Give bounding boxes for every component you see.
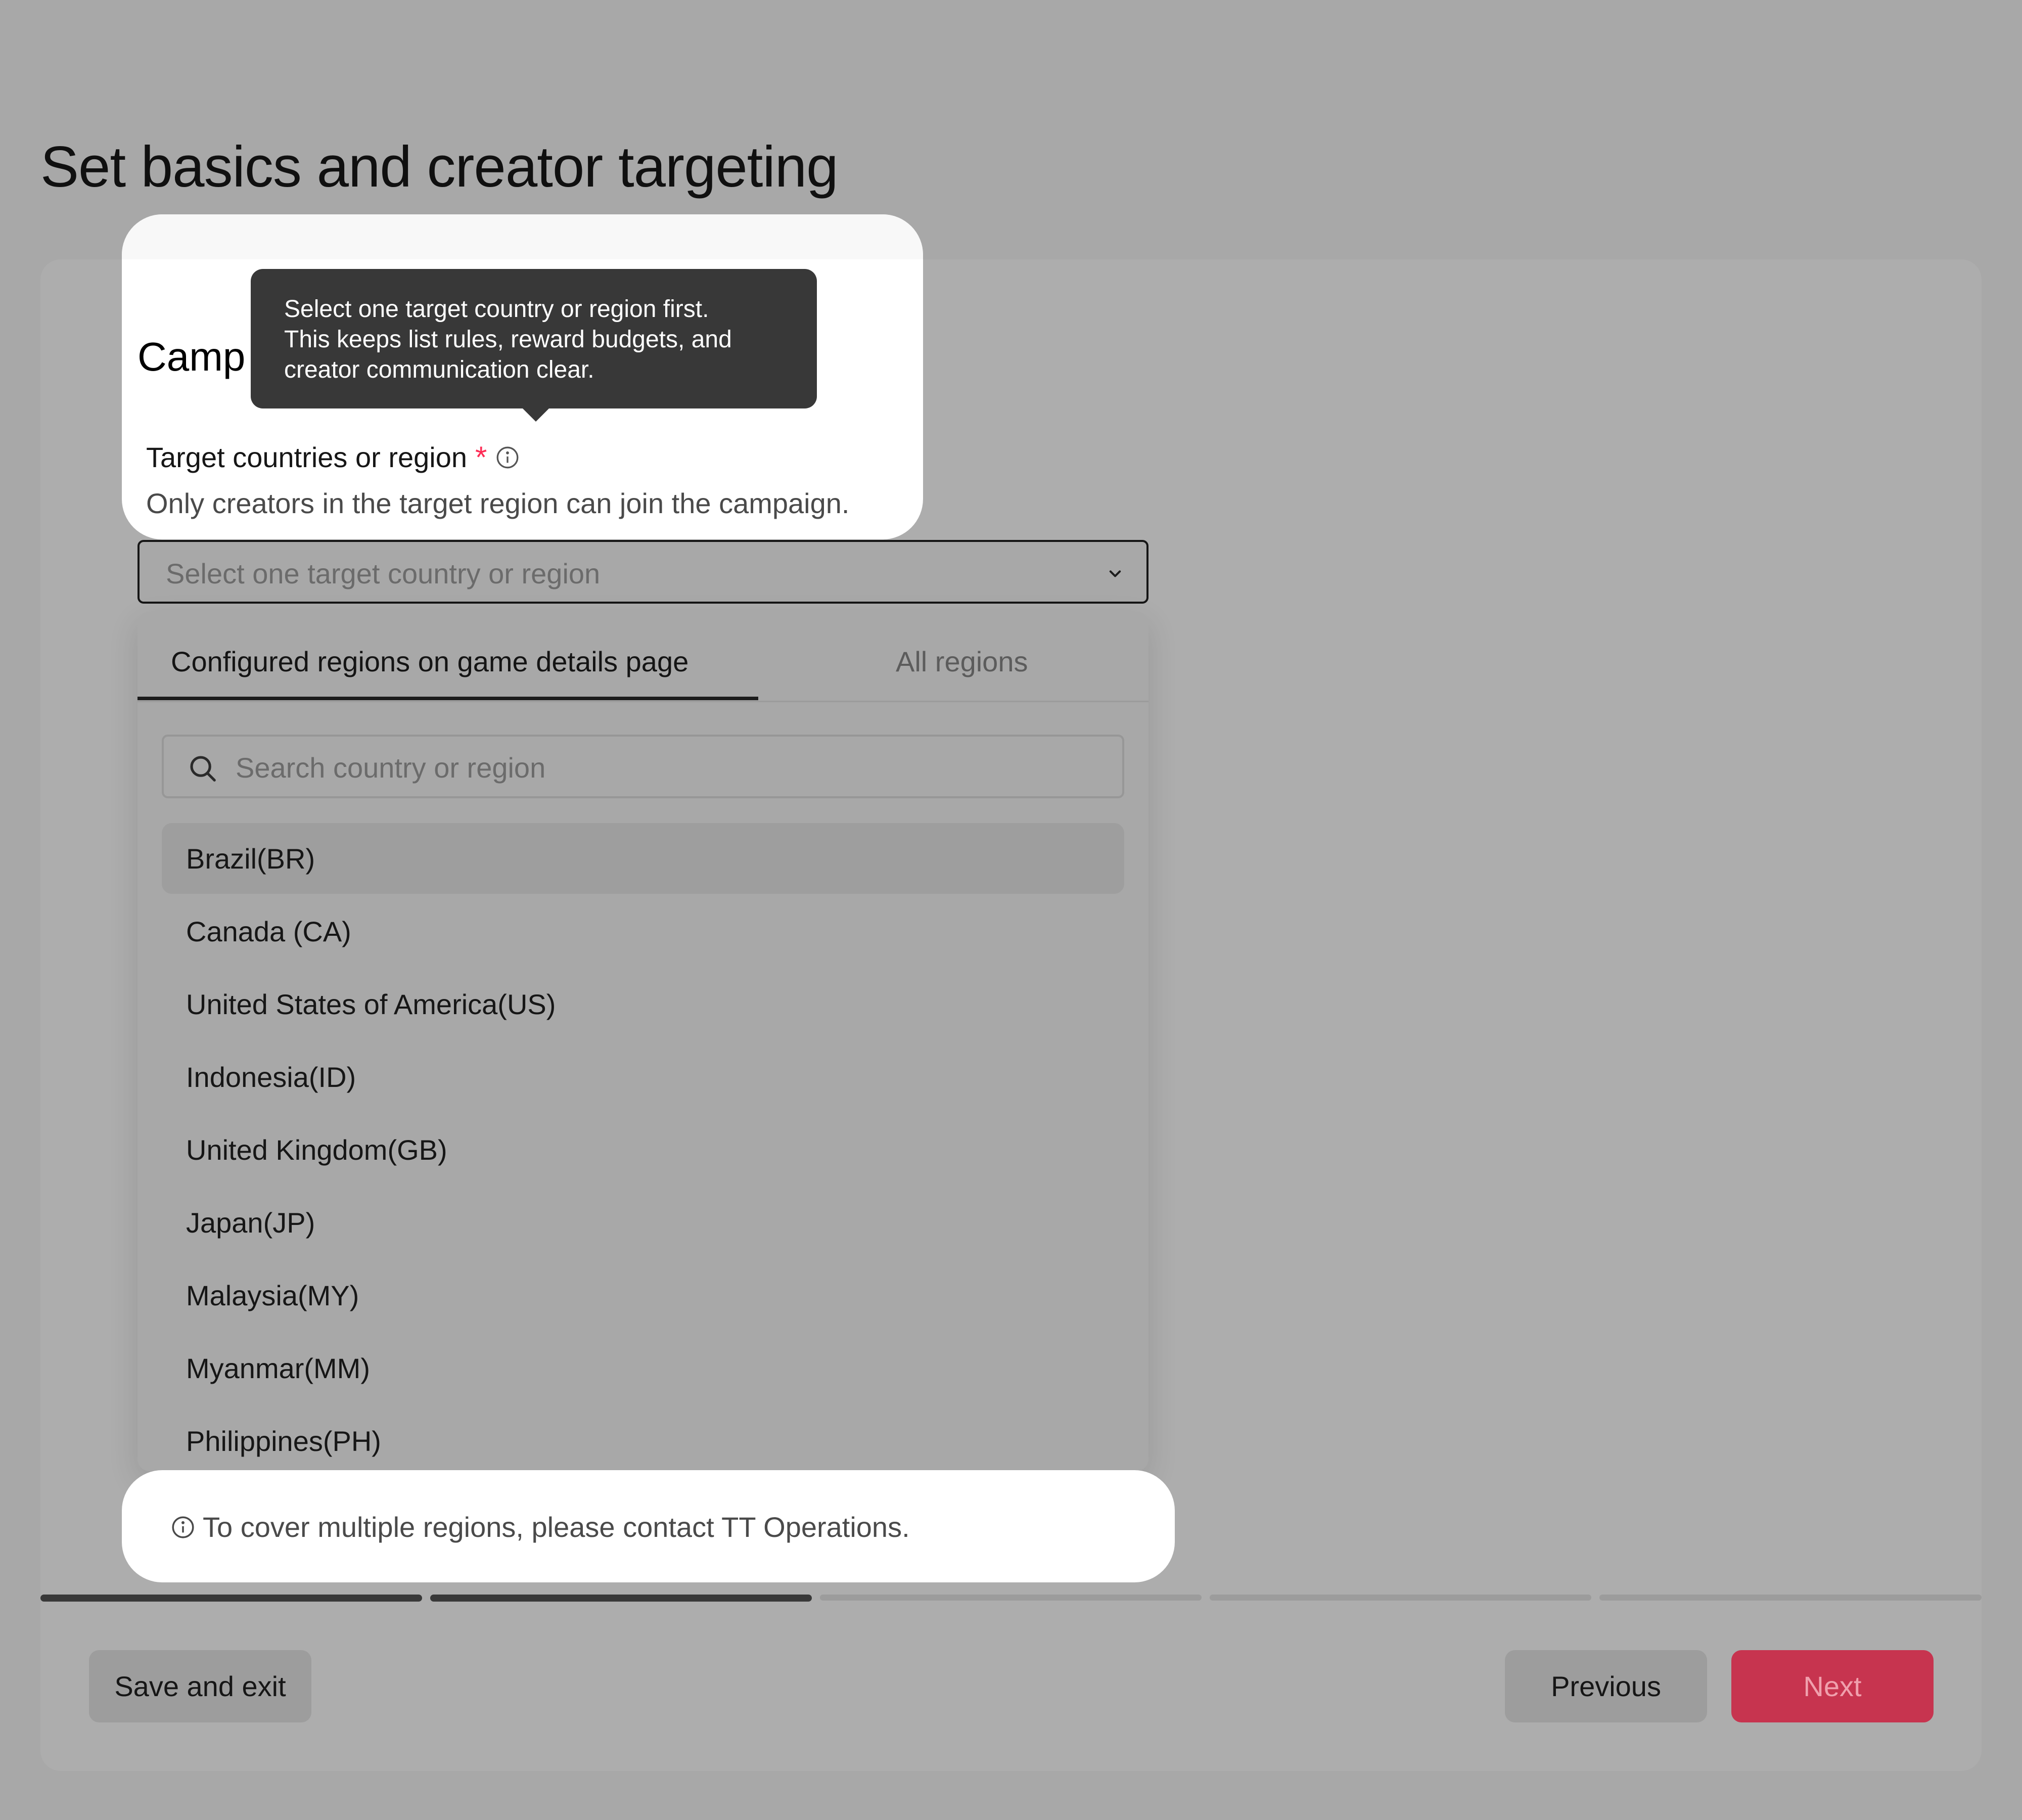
notice-text: To cover multiple regions, please contac… xyxy=(203,1511,910,1543)
info-circle-icon[interactable] xyxy=(495,445,520,470)
search-input[interactable] xyxy=(235,751,1096,784)
page-title: Set basics and creator targeting xyxy=(40,135,839,199)
field-help-text: Only creators in the target region can j… xyxy=(146,487,850,519)
tab-configured-regions[interactable]: Configured regions on game details page xyxy=(171,645,688,678)
option-japan[interactable]: Japan(JP) xyxy=(162,1187,1124,1258)
option-indonesia[interactable]: Indonesia(ID) xyxy=(162,1041,1124,1112)
search-icon xyxy=(187,753,218,784)
search-box[interactable] xyxy=(162,735,1124,798)
field-label-row: Target countries or region * xyxy=(146,440,520,475)
section-title: Camp xyxy=(137,334,246,379)
next-button[interactable]: Next xyxy=(1731,1650,1934,1722)
tooltip-line: creator communication clear. xyxy=(284,356,594,383)
region-select[interactable]: Select one target country or region xyxy=(137,540,1148,604)
option-united-kingdom[interactable]: United Kingdom(GB) xyxy=(162,1114,1124,1185)
option-brazil[interactable]: Brazil(BR) xyxy=(162,823,1124,894)
tab-all-regions[interactable]: All regions xyxy=(896,645,1028,678)
progress-step-1 xyxy=(40,1595,422,1602)
progress-step-2 xyxy=(430,1595,812,1602)
save-and-exit-button[interactable]: Save and exit xyxy=(89,1650,311,1722)
spotlight-band xyxy=(122,214,923,259)
dropdown-tabs: Configured regions on game details page … xyxy=(137,612,1148,702)
option-malaysia[interactable]: Malaysia(MY) xyxy=(162,1260,1124,1331)
option-united-states[interactable]: United States of America(US) xyxy=(162,969,1124,1039)
info-circle-icon xyxy=(170,1515,196,1540)
option-canada[interactable]: Canada (CA) xyxy=(162,896,1124,967)
field-label: Target countries or region xyxy=(146,441,468,473)
previous-button[interactable]: Previous xyxy=(1505,1650,1707,1722)
progress-step-3 xyxy=(820,1595,1202,1601)
tooltip-line: Select one target country or region firs… xyxy=(284,296,709,323)
option-philippines[interactable]: Philippines(PH) xyxy=(162,1405,1124,1476)
option-myanmar[interactable]: Myanmar(MM) xyxy=(162,1333,1124,1403)
chevron-down-icon xyxy=(1104,562,1126,584)
region-dropdown: Configured regions on game details page … xyxy=(137,612,1148,1471)
select-placeholder: Select one target country or region xyxy=(166,558,601,589)
progress-step-5 xyxy=(1599,1595,1982,1601)
multi-region-notice: To cover multiple regions, please contac… xyxy=(170,1511,910,1543)
tooltip-arrow xyxy=(522,407,550,422)
required-mark: * xyxy=(475,440,487,474)
progress-step-4 xyxy=(1210,1595,1591,1601)
active-tab-indicator xyxy=(137,697,758,700)
tooltip-line: This keeps list rules, reward budgets, a… xyxy=(284,326,732,353)
tooltip: Select one target country or region firs… xyxy=(251,269,817,408)
options-list: Brazil(BR) Canada (CA) United States of … xyxy=(162,823,1124,1478)
